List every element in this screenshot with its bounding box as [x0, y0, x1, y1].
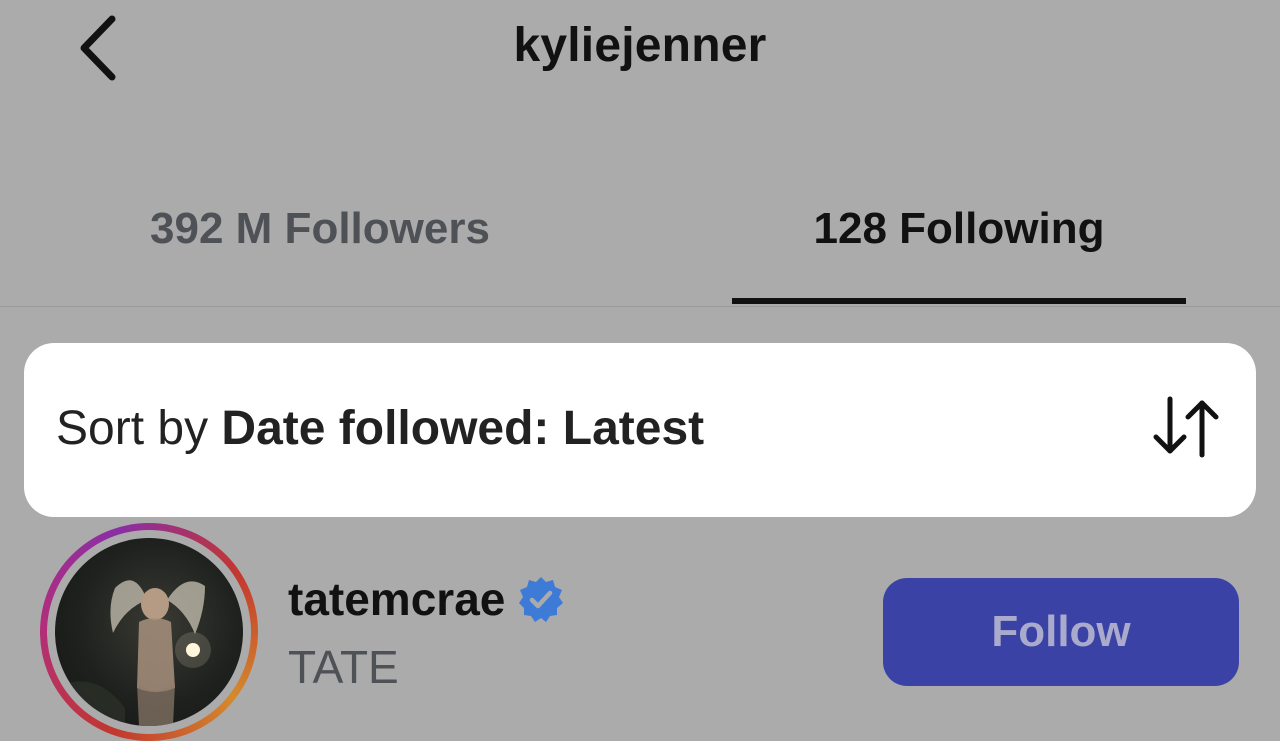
sort-arrows-icon: [1153, 396, 1219, 458]
sort-value: Date followed: Latest: [221, 402, 705, 455]
tab-followers[interactable]: 392 M Followers: [100, 204, 540, 304]
list-item: tatemcrae TATE Follow: [0, 520, 1280, 741]
header: kyliejenner: [0, 0, 1280, 100]
follow-button[interactable]: Follow: [883, 578, 1239, 686]
profile-photo-icon: [55, 580, 243, 726]
verified-badge-icon: [519, 577, 564, 622]
active-tab-indicator: [732, 298, 1186, 304]
avatar-photo: [55, 538, 243, 726]
username-link[interactable]: tatemcrae: [288, 572, 565, 626]
avatar[interactable]: [40, 523, 258, 741]
sort-prefix: Sort by: [56, 402, 222, 455]
username: tatemcrae: [288, 573, 506, 625]
tab-bar: 392 M Followers 128 Following: [0, 180, 1280, 307]
user-full-name: TATE: [288, 641, 399, 693]
page-title: kyliejenner: [513, 19, 767, 72]
sort-label: Sort by Date followed: Latest: [56, 401, 704, 456]
sort-option[interactable]: Sort by Date followed: Latest: [24, 343, 1256, 517]
tab-following[interactable]: 128 Following: [732, 204, 1186, 304]
